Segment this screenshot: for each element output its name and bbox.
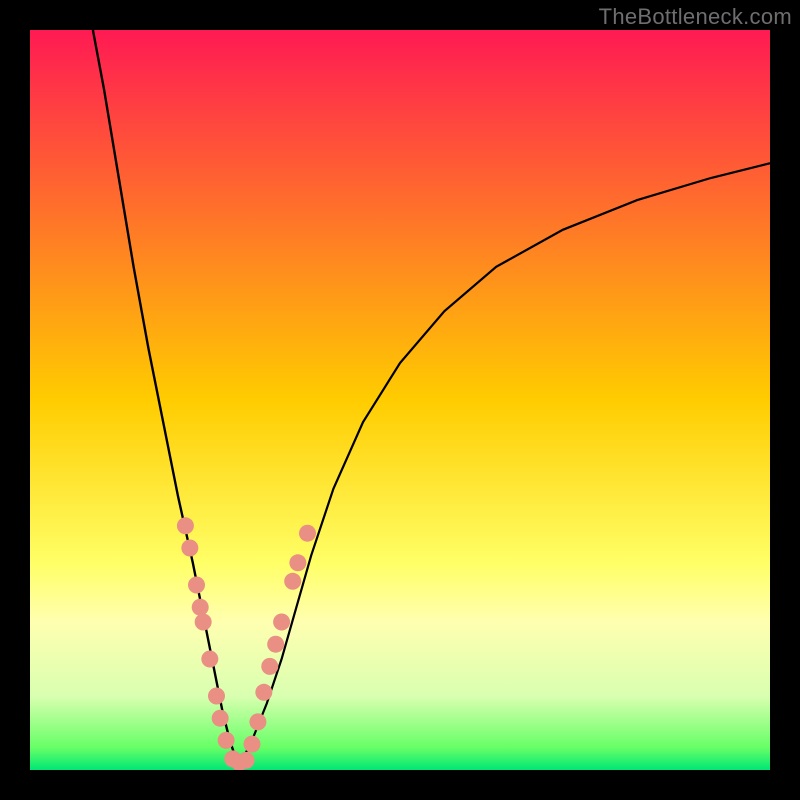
marker-dot [212, 710, 229, 727]
outer-frame: TheBottleneck.com [0, 0, 800, 800]
marker-dot [218, 732, 235, 749]
marker-dot [201, 651, 218, 668]
marker-dot [192, 599, 209, 616]
marker-dot [244, 736, 261, 753]
marker-dot [181, 540, 198, 557]
marker-dot [267, 636, 284, 653]
marker-dot [238, 752, 255, 769]
marker-dot [284, 573, 301, 590]
marker-dot [208, 688, 225, 705]
chart-svg [30, 30, 770, 770]
marker-dot [273, 614, 290, 631]
marker-dot [177, 517, 194, 534]
chart-area [30, 30, 770, 770]
marker-dot [195, 614, 212, 631]
marker-dot [249, 713, 266, 730]
marker-dot [255, 684, 272, 701]
marker-dot [261, 658, 278, 675]
gradient-background [30, 30, 770, 770]
marker-dot [299, 525, 316, 542]
marker-dot [289, 554, 306, 571]
marker-dot [188, 577, 205, 594]
watermark-label: TheBottleneck.com [599, 4, 792, 30]
